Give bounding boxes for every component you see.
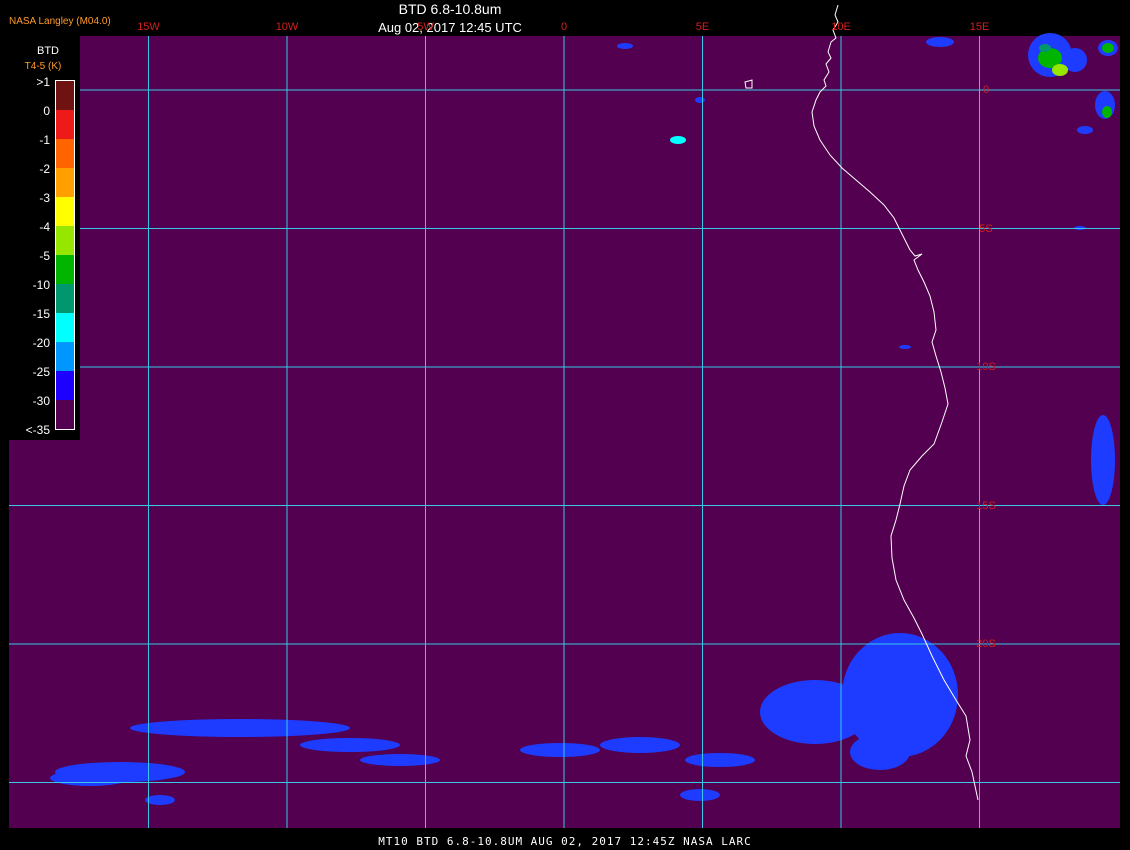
longitude-label: 5E	[695, 21, 710, 33]
latitude-label: 20S	[976, 638, 996, 650]
legend-tick-label: -3	[39, 191, 50, 205]
legend-tick-label: -30	[32, 394, 50, 408]
cloud-region	[695, 97, 705, 103]
footer-caption: MT10 BTD 6.8-10.8UM AUG 02, 2017 12:45Z …	[378, 835, 752, 848]
cloud-region	[685, 753, 755, 767]
cloud-region	[600, 737, 680, 753]
satellite-map[interactable]	[0, 0, 1130, 850]
longitude-label: 10W	[275, 21, 299, 33]
longitude-label: 10E	[831, 21, 851, 33]
cloud-region	[617, 43, 633, 49]
legend-frame	[55, 80, 75, 430]
cloud-region	[850, 734, 910, 770]
legend-tick-label: -15	[32, 307, 50, 321]
color-legend: BTD T4-5 (K) >1 0 -1 -2 -3 -4 -5 -10 -15 -20 -25 -3…	[8, 36, 80, 440]
cloud-region	[300, 738, 400, 752]
cloud-region	[1052, 64, 1068, 76]
latitude-label: 5S	[979, 222, 993, 235]
image-title: BTD 6.8-10.8um	[398, 1, 502, 17]
cloud-region	[1077, 126, 1093, 134]
longitude-label: 0	[560, 21, 568, 33]
cloud-region	[680, 789, 720, 801]
legend-tick-label: -10	[32, 278, 50, 292]
cloud-region	[1102, 43, 1114, 53]
legend-tick-label: 0	[43, 104, 50, 118]
legend-tick-label: -5	[39, 249, 50, 263]
latitude-label: 15S	[976, 499, 996, 512]
legend-tick-label: -25	[32, 365, 50, 379]
cloud-region	[145, 795, 175, 805]
longitude-label: 15E	[969, 21, 990, 33]
image-timestamp: Aug 02, 2017 12:45 UTC	[378, 20, 522, 35]
cloud-region	[926, 37, 954, 47]
legend-units: T4-5 (K)	[24, 61, 62, 72]
image-border	[1120, 0, 1130, 850]
latitude-label: 10S	[976, 361, 996, 373]
latitude-label: 0	[982, 84, 990, 96]
cloud-region	[1039, 44, 1051, 52]
cloud-region	[520, 743, 600, 757]
cloud-region	[670, 136, 686, 144]
legend-tick-label: >1	[36, 75, 50, 89]
longitude-label: 15W	[137, 21, 160, 33]
cloud-region	[1091, 415, 1115, 505]
legend-tick-label: <-35	[25, 423, 50, 437]
cloud-region	[130, 719, 350, 737]
cloud-region	[1102, 106, 1112, 118]
legend-tick-label: -2	[39, 162, 50, 176]
legend-tick-label: -20	[32, 336, 50, 350]
cloud-region	[50, 770, 130, 786]
legend-title: BTD	[37, 45, 59, 57]
legend-tick-label: -1	[39, 133, 50, 147]
longitude-label: 5W	[417, 21, 434, 33]
legend-tick-label: -4	[39, 220, 50, 234]
cloud-region	[899, 345, 911, 349]
cloud-region	[360, 754, 440, 766]
cloud-region	[760, 680, 870, 744]
